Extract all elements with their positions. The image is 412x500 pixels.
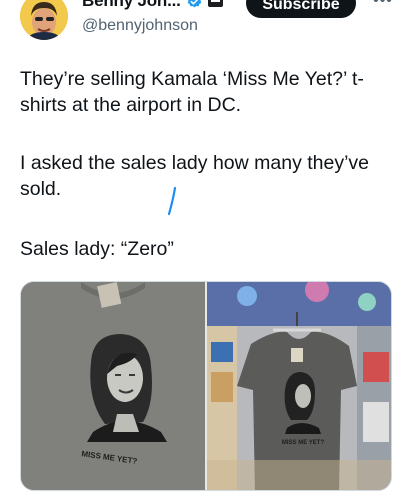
tweet-media-grid: MISS ME YET? MISS ME YET? <box>20 281 392 491</box>
avatar-image <box>20 0 68 40</box>
author-name-row[interactable]: Benny Joh... <box>82 0 223 12</box>
tweet-text-paragraph-1: They’re selling Kamala ‘Miss Me Yet?’ t-… <box>20 68 364 116</box>
author-avatar[interactable] <box>20 0 68 40</box>
text-cursor-icon <box>167 186 177 216</box>
photo-shirt-closeup[interactable]: MISS ME YET? <box>21 282 205 490</box>
affiliation-badge-icon <box>207 0 223 7</box>
author-handle[interactable]: @bennyjohnson <box>82 17 198 35</box>
more-options-icon[interactable]: ••• <box>368 0 398 9</box>
tweet-header: Benny Joh... @bennyjohnson Subscribe ••• <box>0 0 412 44</box>
shirt-closeup-image: MISS ME YET? <box>21 282 205 490</box>
verified-badge-icon <box>186 0 203 10</box>
shirt-rack-image: MISS ME YET? <box>207 282 391 490</box>
shirt-text-2: MISS ME YET? <box>282 440 325 446</box>
photo-shirt-on-rack[interactable]: MISS ME YET? <box>207 282 391 490</box>
author-name[interactable]: Benny Joh... <box>82 0 181 11</box>
tweet-text-paragraph-3: Sales lady: “Zero” <box>20 238 174 260</box>
subscribe-button[interactable]: Subscribe <box>246 0 356 18</box>
tweet-text-paragraph-2: I asked the sales lady how many they’ve … <box>20 152 370 200</box>
